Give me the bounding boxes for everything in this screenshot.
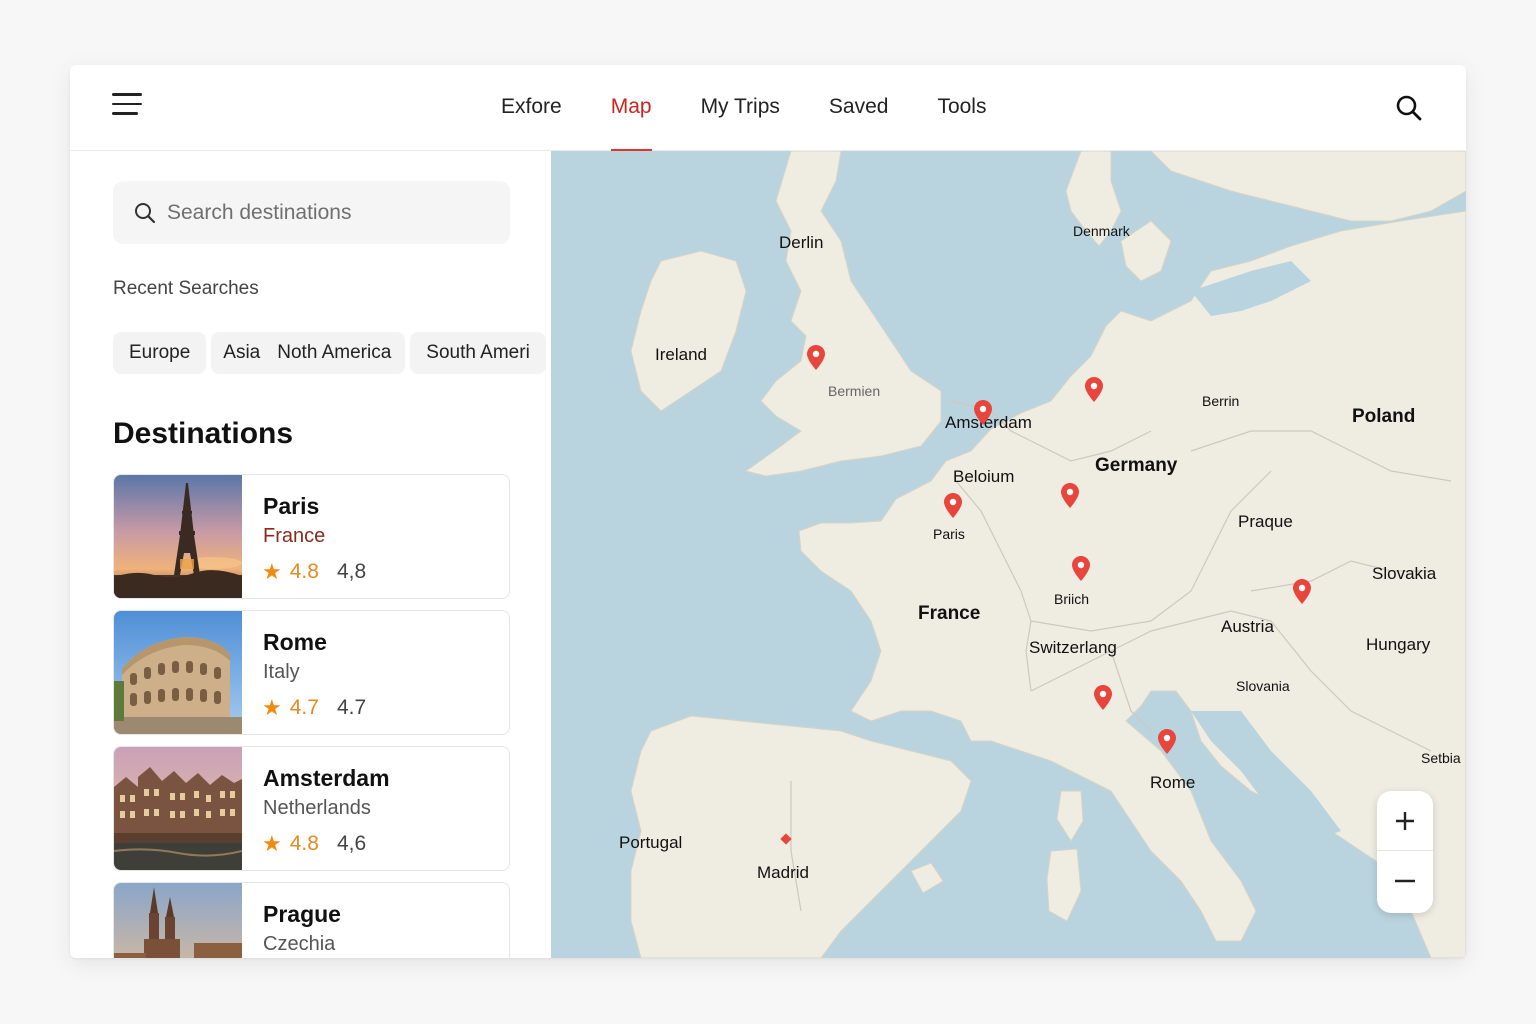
star-icon: ★ [262,559,282,584]
map-basemap [551,151,1466,958]
destination-card-rome[interactable]: Rome Italy ★ 4.7 4.7 [113,610,510,735]
rating-score: 4.7 [289,696,319,719]
map-label-austria: Austria [1221,617,1274,636]
map-label-bermien: Bermien [828,383,881,399]
map-label-madrid: Madrid [757,863,809,882]
map-label-derlin: Derlin [779,233,824,252]
destination-name: Paris [263,493,320,519]
search-destinations-field[interactable] [113,181,510,244]
map-label-denmark: Denmark [1073,223,1130,239]
destination-country: Italy [263,661,300,683]
search-icon[interactable] [1394,93,1424,123]
search-input[interactable] [167,181,497,244]
map-pin-icon[interactable] [944,493,962,518]
recent-search-chips: Europe Asia Noth America South Ameri [113,332,551,374]
map-label-poland: Poland [1352,406,1416,427]
plus-icon [1396,812,1414,830]
map-label-slovania: Slovania [1236,678,1290,694]
chip-europe[interactable]: Europe [113,332,207,374]
rating-score: 4.8 [289,560,319,583]
map-label-hungary: Hungary [1366,635,1431,654]
destination-name: Prague [263,901,341,927]
rating-secondary: 4,6 [336,832,367,855]
search-icon [133,201,157,225]
top-navigation-bar: Exfore Map My Trips Saved Tools [70,65,1466,151]
tab-map[interactable]: Map [610,65,652,151]
map-label-portugal: Portugal [619,833,683,852]
map-label-paris: Paris [933,526,965,542]
map-label-setbia: Setbia [1421,750,1461,766]
tab-saved[interactable]: Saved [829,65,889,151]
zoom-controls [1377,791,1433,913]
map-label-ireland: Ireland [655,345,707,364]
tab-my-trips[interactable]: My Trips [701,65,780,151]
destinations-heading: Destinations [113,417,294,450]
main-nav: Exfore Map My Trips Saved Tools [501,65,1035,151]
map-pin-icon[interactable] [1094,685,1112,710]
map-pin-icon[interactable] [1158,729,1176,754]
destination-card-amsterdam[interactable]: Amsterdam Netherlands ★ 4.8 4,6 [113,746,510,871]
chip-north-america[interactable]: Noth America [277,342,391,363]
map-marker-icon[interactable] [780,833,792,845]
map-label-france: France [918,603,981,624]
map-label-slovakia: Slovakia [1372,564,1437,583]
map-label-beloium: Beloium [953,467,1015,486]
rating-score: 4.8 [289,832,319,855]
star-icon: ★ [262,695,282,720]
destination-rating: ★ 4.8 4,6 [262,831,366,857]
map-label-berrin: Berrin [1202,393,1240,409]
destinations-list: Paris France ★ 4.8 4,8 Rome Italy ★ 4.7 … [113,474,510,958]
map-label-rome: Rome [1150,773,1196,792]
map-pin-icon[interactable] [807,345,825,370]
star-icon: ★ [262,831,282,856]
destination-name: Rome [263,629,327,655]
zoom-out-button[interactable] [1377,852,1433,912]
chip-group-asia-north-america: Asia Noth America [211,332,406,374]
map-pin-icon[interactable] [1293,579,1311,604]
map-label-germany: Germany [1095,455,1178,476]
prague-church-image [114,883,242,958]
tab-tools[interactable]: Tools [937,65,986,151]
chip-south-america[interactable]: South Ameri [410,332,546,374]
map-label-switzerlang: Switzerlang [1029,638,1117,657]
minus-icon [1395,879,1415,883]
rome-colosseum-image [114,611,242,734]
destination-card-paris[interactable]: Paris France ★ 4.8 4,8 [113,474,510,599]
amsterdam-canal-houses-image [114,747,242,870]
zoom-in-button[interactable] [1377,791,1433,851]
destination-card-prague[interactable]: Prague Czechia [113,882,510,958]
destination-name: Amsterdam [263,765,390,791]
chip-asia[interactable]: Asia [223,342,260,363]
map-pin-icon[interactable] [1072,556,1090,581]
rating-secondary: 4,8 [336,560,367,583]
paris-eiffel-tower-image [114,475,242,598]
map-pin-icon[interactable] [974,400,992,425]
hamburger-menu-icon[interactable] [112,93,146,121]
map-pin-icon[interactable] [1061,483,1079,508]
recent-searches-heading: Recent Searches [113,278,259,299]
rating-secondary: 4.7 [336,696,367,719]
sidebar: Recent Searches Europe Asia Noth America … [70,151,551,958]
map-label-briich: Briich [1054,591,1090,607]
map-view[interactable]: Derlin Denmark Ireland Bermien Amsterdam… [551,151,1466,958]
map-pin-icon[interactable] [1085,377,1103,402]
destination-rating: ★ 4.8 4,8 [262,559,366,585]
destination-rating: ★ 4.7 4.7 [262,695,366,721]
app-window: Exfore Map My Trips Saved Tools Recent S… [70,65,1466,958]
destination-country: Czechia [263,933,336,955]
tab-explore[interactable]: Exfore [501,65,562,151]
destination-country: Netherlands [263,797,371,819]
destination-country: France [263,525,326,547]
map-label-praque: Praque [1238,512,1293,531]
